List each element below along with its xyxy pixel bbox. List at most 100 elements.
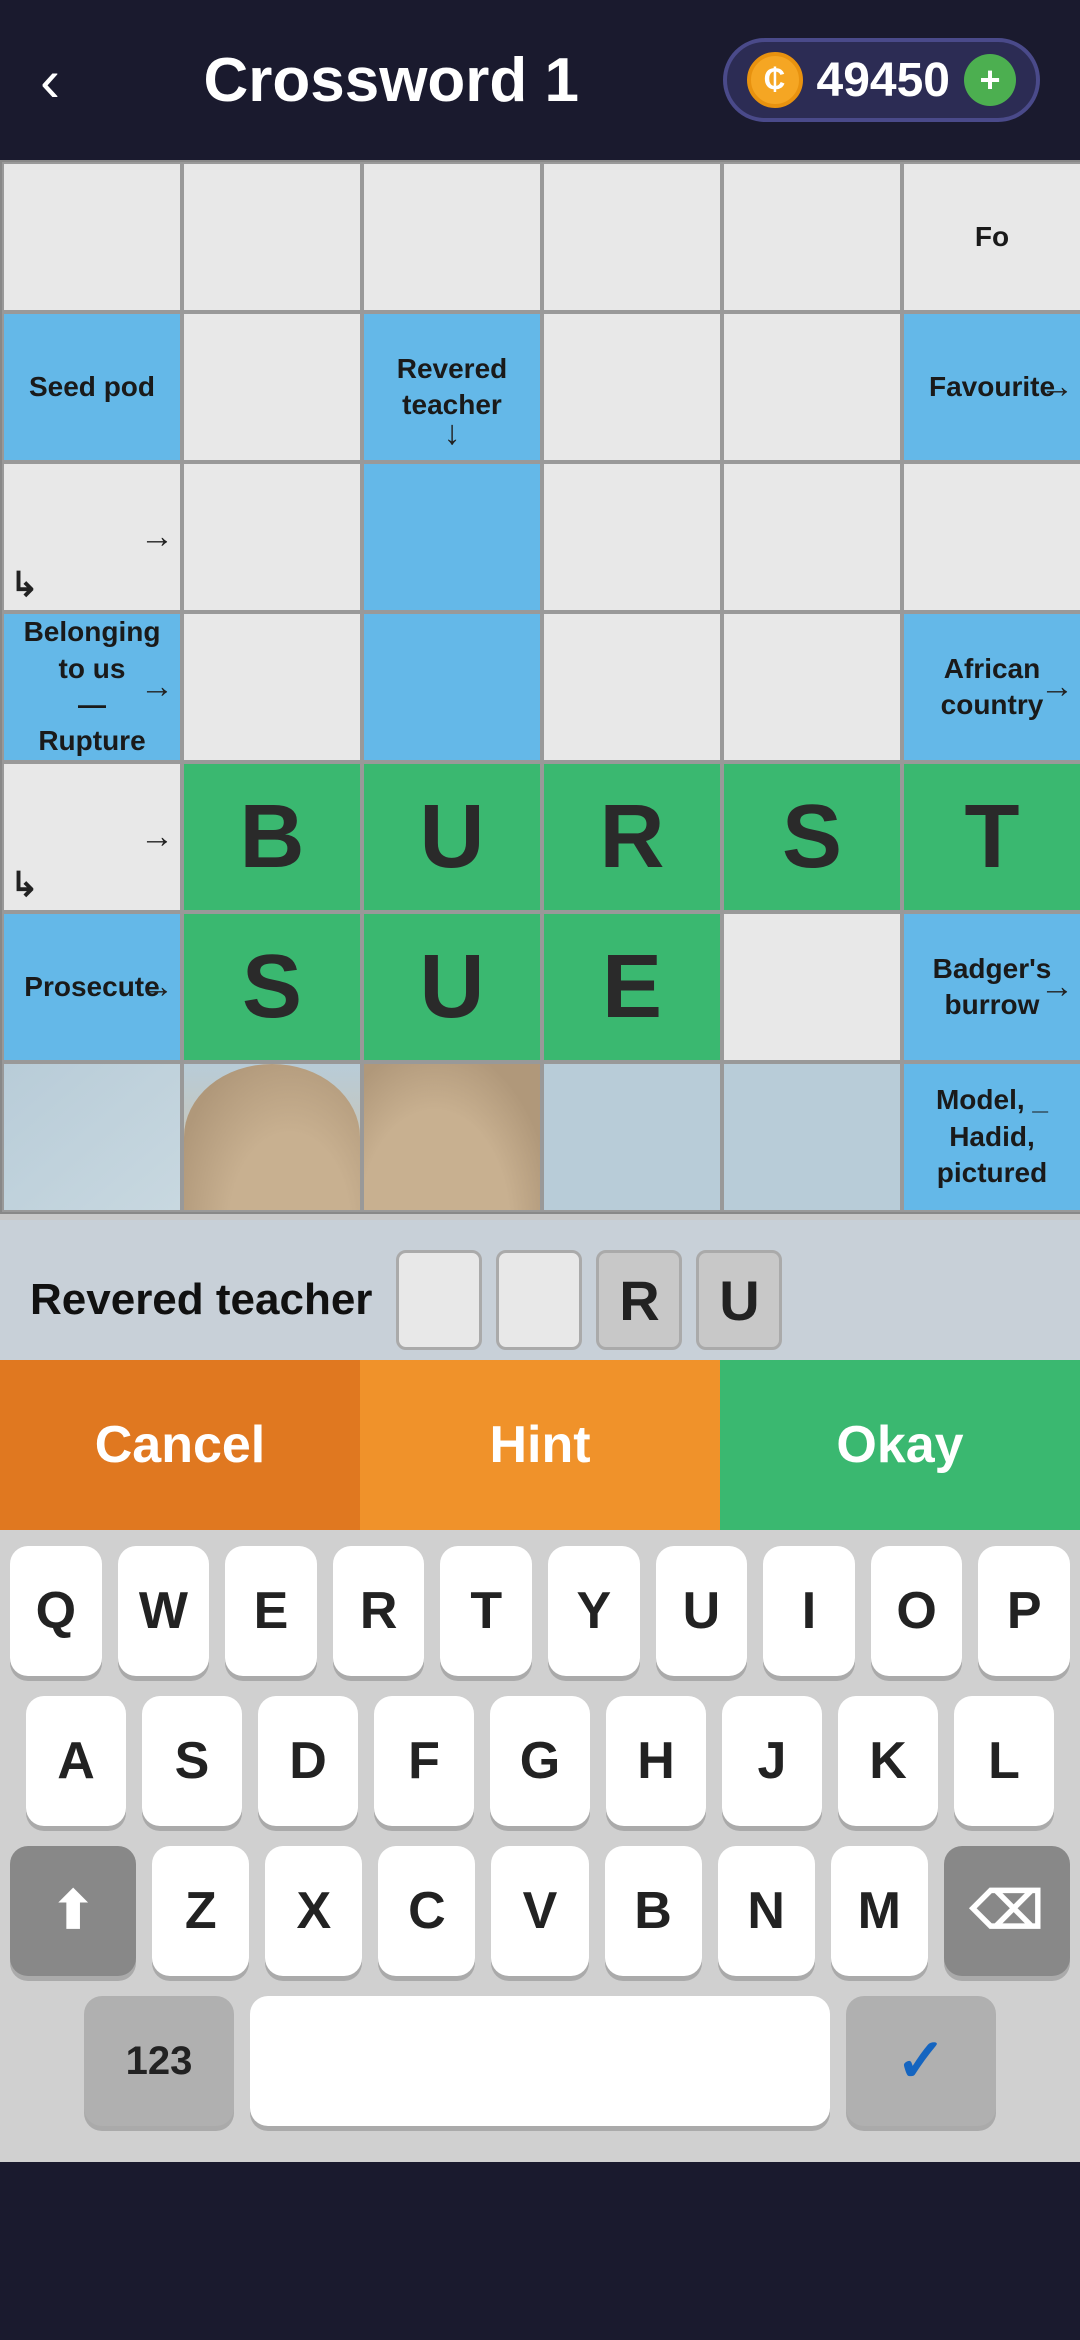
key-z[interactable]: Z bbox=[152, 1846, 249, 1976]
cell-3-4[interactable] bbox=[722, 612, 902, 762]
cell-0-5[interactable]: Fo bbox=[902, 162, 1080, 312]
cell-1-3[interactable] bbox=[542, 312, 722, 462]
shift-key[interactable]: ⬆ bbox=[10, 1846, 136, 1976]
cell-4-2[interactable]: U bbox=[362, 762, 542, 912]
key-j[interactable]: J bbox=[722, 1696, 822, 1826]
back-button[interactable]: ‹ bbox=[40, 46, 60, 115]
cell-1-0[interactable]: Seed pod bbox=[2, 312, 182, 462]
key-g[interactable]: G bbox=[490, 1696, 590, 1826]
key-o[interactable]: O bbox=[871, 1546, 963, 1676]
top-bar: ‹ Crossword 1 ₵ 49450 + bbox=[0, 0, 1080, 160]
cell-0-1[interactable] bbox=[182, 162, 362, 312]
keyboard-row-4: 123 ✓ bbox=[10, 1996, 1070, 2126]
cell-3-3[interactable] bbox=[542, 612, 722, 762]
key-x[interactable]: X bbox=[265, 1846, 362, 1976]
cell-6-5[interactable]: Model, _Hadid,pictured bbox=[902, 1062, 1080, 1212]
arrow-right-icon: → bbox=[1040, 667, 1074, 708]
cancel-button[interactable]: Cancel bbox=[0, 1360, 360, 1530]
coin-icon: ₵ bbox=[747, 52, 803, 108]
key-r[interactable]: R bbox=[333, 1546, 425, 1676]
cell-2-0[interactable]: ↳ → bbox=[2, 462, 182, 612]
cell-4-1[interactable]: B bbox=[182, 762, 362, 912]
key-a[interactable]: A bbox=[26, 1696, 126, 1826]
key-m[interactable]: M bbox=[831, 1846, 928, 1976]
letter-box-4[interactable]: U bbox=[696, 1250, 782, 1350]
cell-4-5[interactable]: T bbox=[902, 762, 1080, 912]
cell-1-5[interactable]: Favourite → bbox=[902, 312, 1080, 462]
key-c[interactable]: C bbox=[378, 1846, 475, 1976]
arrow-right-icon: → bbox=[1040, 967, 1074, 1008]
cell-5-1[interactable]: S bbox=[182, 912, 362, 1062]
key-h[interactable]: H bbox=[606, 1696, 706, 1826]
cell-3-5[interactable]: Africancountry → bbox=[902, 612, 1080, 762]
cell-2-3[interactable] bbox=[542, 462, 722, 612]
delete-key[interactable]: ⌫ bbox=[944, 1846, 1070, 1976]
cell-5-3[interactable]: E bbox=[542, 912, 722, 1062]
key-s[interactable]: S bbox=[142, 1696, 242, 1826]
key-l[interactable]: L bbox=[954, 1696, 1054, 1826]
cell-3-2[interactable] bbox=[362, 612, 542, 762]
cell-4-4[interactable]: S bbox=[722, 762, 902, 912]
hint-button[interactable]: Hint bbox=[360, 1360, 720, 1530]
cell-1-4[interactable] bbox=[722, 312, 902, 462]
cell-0-4[interactable] bbox=[722, 162, 902, 312]
key-f[interactable]: F bbox=[374, 1696, 474, 1826]
cell-2-5[interactable] bbox=[902, 462, 1080, 612]
key-k[interactable]: K bbox=[838, 1696, 938, 1826]
key-q[interactable]: Q bbox=[10, 1546, 102, 1676]
cell-3-0[interactable]: Belongingto us—Rupture → bbox=[2, 612, 182, 762]
key-u[interactable]: U bbox=[656, 1546, 748, 1676]
cell-0-3[interactable] bbox=[542, 162, 722, 312]
page-title: Crossword 1 bbox=[203, 45, 579, 116]
keyboard-row-1: Q W E R T Y U I O P bbox=[10, 1546, 1070, 1676]
arrow-right-icon: → bbox=[140, 967, 174, 1008]
cell-2-1[interactable] bbox=[182, 462, 362, 612]
space-key[interactable] bbox=[250, 1996, 830, 2126]
letter-box-2[interactable] bbox=[496, 1250, 582, 1350]
grid-container[interactable]: Fo Seed pod Reveredteacher ↓ Favourite →… bbox=[0, 160, 1080, 1214]
key-y[interactable]: Y bbox=[548, 1546, 640, 1676]
add-coins-button[interactable]: + bbox=[964, 54, 1016, 106]
letter-box-3[interactable]: R bbox=[596, 1250, 682, 1350]
action-buttons: Cancel Hint Okay bbox=[0, 1360, 1080, 1530]
cell-0-2[interactable] bbox=[362, 162, 542, 312]
okay-button[interactable]: Okay bbox=[720, 1360, 1080, 1530]
clue-hadid: Model, _Hadid,pictured bbox=[930, 1076, 1054, 1197]
cell-1-2[interactable]: Reveredteacher ↓ bbox=[362, 312, 542, 462]
cell-4-3[interactable]: R bbox=[542, 762, 722, 912]
cell-2-4[interactable] bbox=[722, 462, 902, 612]
cell-2-2[interactable] bbox=[362, 462, 542, 612]
letter-b: B bbox=[240, 783, 305, 891]
cell-0-0[interactable] bbox=[2, 162, 182, 312]
key-e[interactable]: E bbox=[225, 1546, 317, 1676]
cell-5-4[interactable] bbox=[722, 912, 902, 1062]
cell-6-0 bbox=[2, 1062, 182, 1212]
numbers-key[interactable]: 123 bbox=[84, 1996, 234, 2126]
crossword-grid: Fo Seed pod Reveredteacher ↓ Favourite →… bbox=[0, 160, 1080, 1220]
cell-1-1[interactable] bbox=[182, 312, 362, 462]
letter-boxes[interactable]: R U bbox=[396, 1250, 782, 1350]
clue-seed-pod: Seed pod bbox=[23, 363, 161, 411]
letter-box-1[interactable] bbox=[396, 1250, 482, 1350]
key-d[interactable]: D bbox=[258, 1696, 358, 1826]
key-p[interactable]: P bbox=[978, 1546, 1070, 1676]
cell-5-5[interactable]: Badger'sburrow → bbox=[902, 912, 1080, 1062]
done-key[interactable]: ✓ bbox=[846, 1996, 996, 2126]
cell-6-4 bbox=[722, 1062, 902, 1212]
arrow-right-icon: → bbox=[140, 817, 174, 858]
key-w[interactable]: W bbox=[118, 1546, 210, 1676]
key-t[interactable]: T bbox=[440, 1546, 532, 1676]
clue-input-row: Revered teacher R U bbox=[30, 1250, 1050, 1350]
cell-5-0[interactable]: Prosecute → bbox=[2, 912, 182, 1062]
clue-african-country: Africancountry bbox=[935, 645, 1050, 730]
letter-t: T bbox=[965, 783, 1020, 891]
coin-amount: 49450 bbox=[817, 53, 950, 108]
cell-5-2[interactable]: U bbox=[362, 912, 542, 1062]
cell-3-1[interactable] bbox=[182, 612, 362, 762]
key-n[interactable]: N bbox=[718, 1846, 815, 1976]
key-i[interactable]: I bbox=[763, 1546, 855, 1676]
key-b[interactable]: B bbox=[605, 1846, 702, 1976]
key-v[interactable]: V bbox=[491, 1846, 588, 1976]
coin-badge: ₵ 49450 + bbox=[723, 38, 1040, 122]
cell-4-0[interactable]: ↳ → bbox=[2, 762, 182, 912]
